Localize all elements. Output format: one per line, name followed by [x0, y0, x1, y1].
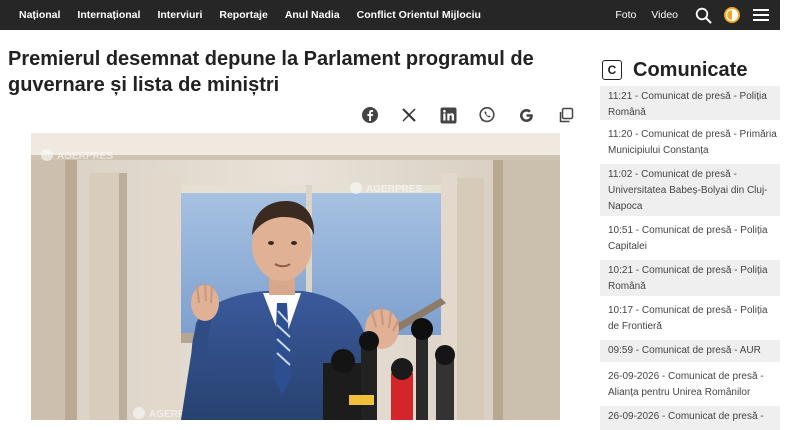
watermark-text: AGERPRES — [366, 184, 422, 195]
nav-item-conflict-orientul-mijlociu[interactable]: Conflict Orientul Mijlociu — [357, 9, 481, 21]
article-photo[interactable]: AGERPRES AGERPRES AGERPRES AGERPRES — [31, 133, 560, 420]
google-icon[interactable] — [516, 105, 536, 125]
list-item[interactable]: 10:51 - Comunicat de presă - Poliția Cap… — [600, 220, 780, 256]
comunicate-badge-icon: C — [602, 60, 622, 80]
facebook-icon[interactable] — [360, 105, 380, 125]
sidebar-comunicate: C Comunicate 11:21 - Comunicat de presă … — [600, 56, 780, 430]
list-item[interactable]: 11:20 - Comunicat de presă - Primăria Mu… — [600, 124, 780, 160]
nav-item-reportaje[interactable]: Reportaje — [219, 9, 267, 21]
nav-menu: Național Internațional Interviuri Report… — [0, 0, 498, 30]
list-item[interactable]: 10:21 - Comunicat de presă - Poliția Rom… — [600, 260, 780, 296]
list-item[interactable]: 11:21 - Comunicat de presă - Poliția Rom… — [600, 86, 780, 120]
list-item[interactable]: 09:59 - Comunicat de presă - AUR — [600, 340, 780, 362]
watermark-text: AGERPRES — [57, 151, 113, 162]
search-icon[interactable] — [693, 5, 713, 25]
menu-icon[interactable] — [751, 5, 771, 25]
nav-link-foto[interactable]: Foto — [615, 9, 636, 21]
list-item[interactable]: 11:02 - Comunicat de presă - Universitat… — [600, 164, 780, 216]
list-item[interactable]: 26-09-2026 - Comunicat de presă - — [600, 406, 780, 430]
linkedin-icon[interactable] — [438, 105, 458, 125]
copy-icon[interactable] — [555, 105, 575, 125]
nav-item-interviuri[interactable]: Interviuri — [157, 9, 202, 21]
sidebar-title: C Comunicate — [600, 56, 780, 84]
list-item[interactable]: 26-09-2026 - Comunicat de presă - Alianț… — [600, 366, 780, 406]
share-row — [360, 105, 575, 125]
article-headline: Premierul desemnat depune la Parlament p… — [8, 48, 534, 96]
whatsapp-icon[interactable] — [477, 105, 497, 125]
nav-link-video[interactable]: Video — [651, 9, 678, 21]
theme-toggle-icon[interactable] — [722, 5, 742, 25]
nav-item-international[interactable]: Internațional — [77, 9, 140, 21]
sidebar-title-text: Comunicate — [633, 58, 748, 81]
nav-right: Foto Video — [615, 0, 780, 30]
x-icon[interactable] — [399, 105, 419, 125]
top-navigation: Național Internațional Interviuri Report… — [0, 0, 780, 30]
list-item[interactable]: 10:17 - Comunicat de presă - Poliția de … — [600, 300, 780, 336]
nav-item-national[interactable]: Național — [19, 9, 60, 21]
nav-item-anul-nadia[interactable]: Anul Nadia — [285, 9, 340, 21]
